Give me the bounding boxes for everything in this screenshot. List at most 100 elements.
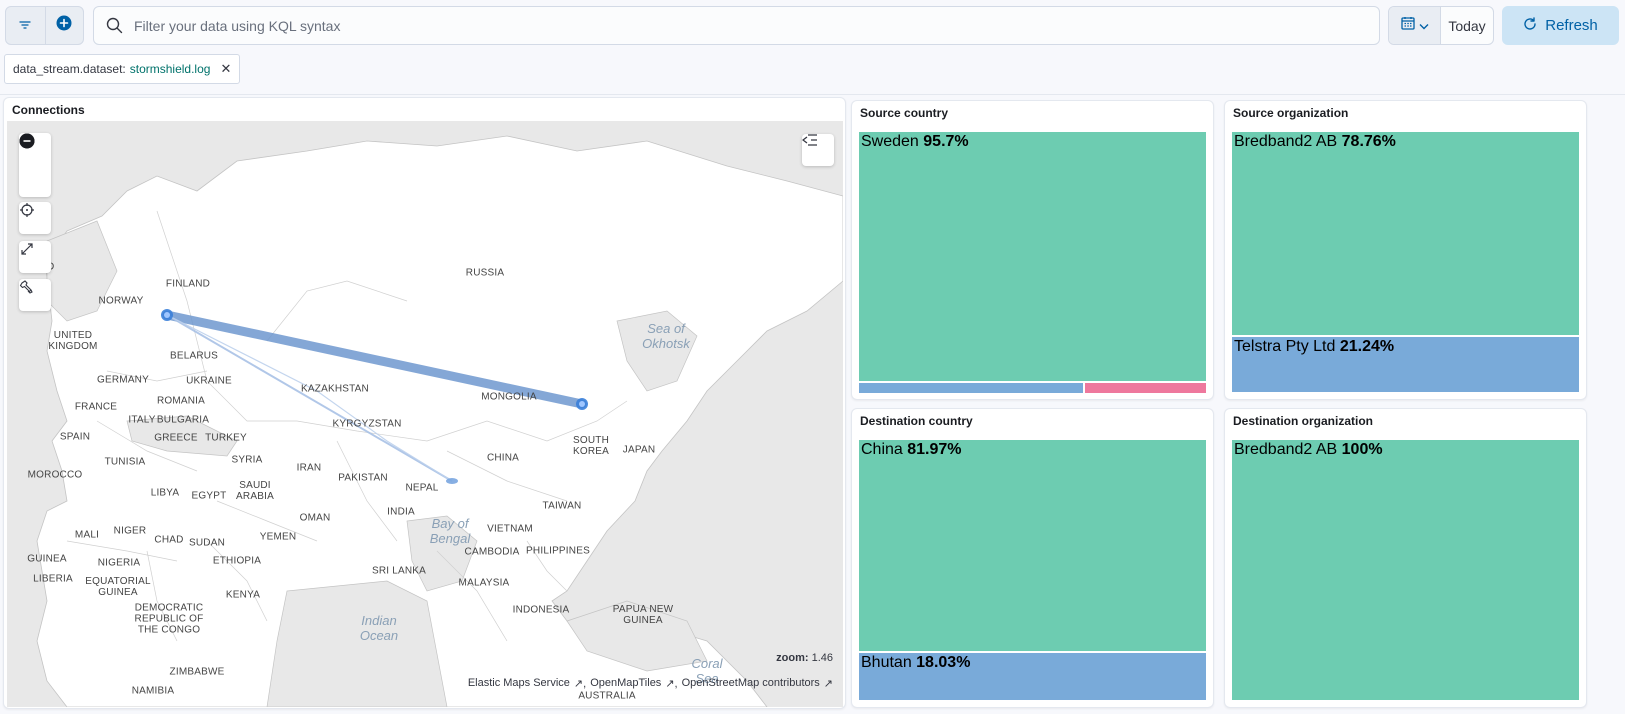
tile-percent: 95.7%: [923, 133, 969, 150]
filter-lines-icon: [19, 17, 31, 35]
map-country-label: NIGER: [113, 525, 147, 537]
source-country-treemap[interactable]: Sweden 95.7%: [859, 132, 1206, 393]
map-country-label: SAUDI ARABIA: [236, 480, 274, 502]
tile-label: Telstra Pty Ltd: [1234, 338, 1340, 355]
map-country-label: BELARUS: [169, 350, 219, 362]
zoom-value: 1.46: [811, 652, 833, 664]
map-country-label: PAPUA NEW GUINEA: [612, 604, 674, 626]
attribution-ems-link[interactable]: Elastic Maps Service: [468, 677, 570, 690]
treemap-tile[interactable]: Sweden 95.7%: [859, 132, 1206, 381]
legend-toggle-button[interactable]: [802, 134, 834, 166]
map-ocean-label: Sea of Okhotsk: [642, 321, 690, 351]
header-divider: [0, 94, 1625, 95]
chevron-down-icon: [1419, 17, 1429, 35]
map-country-label: LIBYA: [150, 487, 180, 499]
connections-map[interactable]: RUSSIA FINLAND NORWAY UNITED KINGDOM BELARUS…: [7, 121, 843, 707]
map-country-label: BULGARIA: [156, 414, 210, 426]
panel-title: Source country: [860, 106, 949, 120]
map-ocean-label: Bay of Bengal: [429, 516, 471, 546]
refresh-icon: [1523, 16, 1537, 35]
map-country-label: SUDAN: [188, 537, 226, 549]
map-country-label: ITALY: [128, 414, 156, 426]
kql-search-input[interactable]: [134, 17, 1334, 34]
external-link-icon: ↗: [823, 678, 833, 690]
legend-collapse-icon: [802, 134, 817, 146]
filter-menu-button[interactable]: [6, 7, 45, 44]
kql-search-field[interactable]: [93, 6, 1380, 45]
map-country-label: YEMEN: [259, 531, 297, 543]
map-ocean-label: Indian Ocean: [359, 613, 399, 643]
remove-filter-icon[interactable]: ✕: [220, 61, 231, 77]
minus-icon: [19, 133, 35, 149]
map-country-label: MONGOLIA: [481, 391, 537, 403]
tile-label: China: [861, 441, 908, 458]
treemap-tile[interactable]: Bhutan 18.03%: [859, 653, 1206, 700]
tile-percent: 21.24%: [1339, 338, 1395, 355]
treemap-tile[interactable]: Telstra Pty Ltd 21.24%: [1232, 337, 1579, 392]
map-country-label: GERMANY: [97, 374, 149, 386]
fit-data-button[interactable]: [19, 202, 51, 234]
map-country-label: IRAN: [296, 462, 322, 474]
destination-country-panel: Destination country China 81.97% Bhutan 1…: [851, 408, 1214, 708]
tile-percent: 18.03%: [916, 654, 971, 671]
source-organization-panel: Source organization Bredband2 AB 78.76% T…: [1224, 100, 1587, 400]
tile-percent: 100%: [1341, 441, 1383, 458]
date-range-value[interactable]: Today: [1441, 7, 1493, 44]
map-country-label: JAPAN: [622, 444, 656, 456]
connections-panel: Connections RUSSIA FINLAND NORWAY UNITED…: [3, 97, 846, 709]
source-organization-treemap[interactable]: Bredband2 AB 78.76% Telstra Pty Ltd 21.24…: [1232, 132, 1579, 392]
map-country-label: NORWAY: [98, 295, 144, 307]
destination-country-treemap[interactable]: China 81.97% Bhutan 18.03%: [859, 440, 1206, 700]
map-country-label: INDONESIA: [512, 604, 570, 616]
wrench-icon: [19, 279, 51, 311]
panel-title: Destination country: [860, 414, 973, 428]
map-country-label: UNITED KINGDOM: [48, 330, 98, 352]
query-menu-group: [5, 6, 84, 45]
tile-label: Bredband2 AB: [1234, 133, 1342, 150]
map-country-label: UKRAINE: [186, 375, 232, 387]
panel-title: Source organization: [1233, 106, 1349, 120]
crosshair-icon: [19, 202, 51, 234]
attribution-osm-link[interactable]: OpenStreetMap contributors: [682, 677, 820, 690]
map-country-label: DEMOCRATIC REPUBLIC OF THE CONGO: [134, 602, 204, 636]
map-country-label: NEPAL: [405, 482, 439, 494]
add-filter-button[interactable]: [44, 7, 84, 44]
map-attribution: Elastic Maps Service ↗, OpenMapTiles ↗, …: [468, 677, 833, 690]
map-country-label: OMAN: [299, 512, 331, 524]
map-country-label: RUSSIA: [465, 267, 505, 279]
treemap-tile[interactable]: [1085, 383, 1206, 393]
map-country-label: SPAIN: [59, 431, 91, 443]
fullscreen-button[interactable]: [19, 241, 51, 273]
map-country-label: KYRGYZSTAN: [332, 418, 402, 430]
source-country-panel: Source country Sweden 95.7%: [851, 100, 1214, 400]
tile-label: Bhutan: [861, 654, 917, 671]
map-country-label: KAZAKHSTAN: [301, 383, 369, 395]
map-country-label: SOUTH KOREA: [572, 435, 610, 457]
zoom-out-button[interactable]: [19, 133, 51, 197]
tools-button[interactable]: [19, 279, 51, 311]
map-country-label: INDIA: [387, 506, 415, 518]
attribution-openmaptiles-link[interactable]: OpenMapTiles: [590, 677, 661, 690]
treemap-tile[interactable]: Bredband2 AB 78.76%: [1232, 132, 1579, 335]
destination-organization-treemap[interactable]: Bredband2 AB 100%: [1232, 440, 1579, 700]
map-country-label: EQUATORIAL GUINEA: [85, 576, 151, 598]
treemap-tile[interactable]: Bredband2 AB 100%: [1232, 440, 1579, 700]
map-country-label: MOROCCO: [27, 469, 83, 481]
filter-pill[interactable]: data_stream.dataset: stormshield.log ✕: [4, 54, 241, 84]
treemap-tile[interactable]: China 81.97%: [859, 440, 1206, 651]
map-country-label: LIBERIA: [33, 573, 73, 585]
external-link-icon: ↗,: [665, 678, 678, 690]
map-country-label: ETHIOPIA: [212, 555, 262, 567]
map-country-label: MALI: [74, 529, 100, 541]
query-bar: Today Refresh: [0, 0, 1625, 52]
zoom-readout: zoom: 1.46: [776, 652, 833, 664]
treemap-tile[interactable]: [859, 383, 1083, 393]
refresh-button[interactable]: Refresh: [1502, 6, 1619, 45]
tile-label: Sweden: [861, 133, 924, 150]
map-country-label: CHAD: [154, 534, 184, 546]
expand-icon: [19, 241, 51, 273]
quick-select-button[interactable]: [1389, 7, 1441, 44]
destination-organization-panel: Destination organization Bredband2 AB 10…: [1224, 408, 1587, 708]
plus-circle-icon: [56, 15, 72, 36]
search-icon: [94, 17, 134, 34]
